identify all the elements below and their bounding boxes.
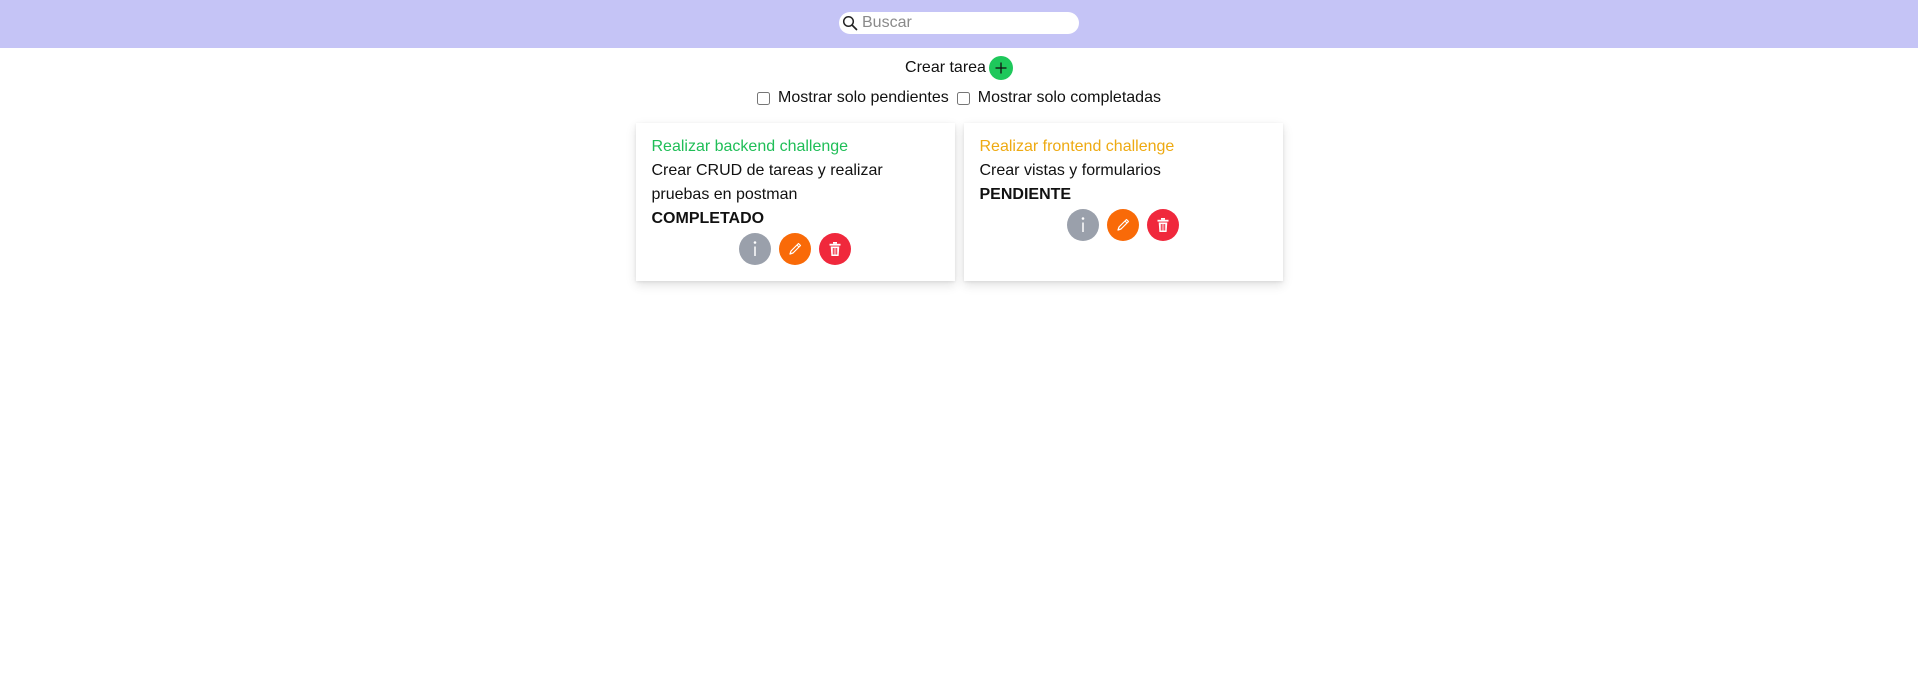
trash-icon — [1157, 218, 1169, 232]
delete-button[interactable] — [819, 233, 851, 265]
pencil-icon — [789, 242, 802, 255]
task-title: Realizar frontend challenge — [979, 138, 1175, 155]
filter-completed[interactable]: Mostrar solo completadas — [956, 89, 1161, 107]
filter-pending-label: Mostrar solo pendientes — [778, 89, 949, 106]
task-actions — [980, 209, 1267, 241]
task-actions — [652, 233, 939, 265]
search-box — [839, 12, 1079, 34]
task-card: Realizar backend challenge Crear CRUD de… — [635, 123, 955, 281]
info-icon — [1081, 217, 1085, 232]
task-description: Crear vistas y formularios — [979, 162, 1161, 179]
filter-completed-label: Mostrar solo completadas — [977, 89, 1161, 106]
info-button[interactable] — [1067, 209, 1099, 241]
create-task-button[interactable] — [988, 56, 1013, 80]
filter-completed-checkbox[interactable] — [956, 91, 970, 105]
task-card: Realizar frontend challenge Crear vistas… — [963, 123, 1283, 281]
delete-button[interactable] — [1147, 209, 1179, 241]
task-status: COMPLETADO — [651, 210, 765, 227]
info-button[interactable] — [739, 233, 771, 265]
search-input[interactable] — [859, 13, 1062, 33]
edit-button[interactable] — [1107, 209, 1139, 241]
task-list: Realizar backend challenge Crear CRUD de… — [0, 123, 1918, 281]
info-icon — [753, 241, 757, 256]
filters: Mostrar solo pendientes Mostrar solo com… — [0, 87, 1918, 109]
create-task-row: Crear tarea — [0, 56, 1918, 80]
pencil-icon — [1117, 218, 1130, 231]
create-task-label: Crear tarea — [905, 59, 986, 76]
top-bar — [0, 0, 1918, 48]
filter-pending-checkbox[interactable] — [757, 91, 771, 105]
trash-icon — [829, 242, 841, 256]
task-status: PENDIENTE — [979, 186, 1072, 203]
search-icon — [841, 14, 859, 32]
task-title: Realizar backend challenge — [651, 138, 849, 155]
task-description: Crear CRUD de tareas y realizar pruebas … — [651, 162, 883, 203]
edit-button[interactable] — [779, 233, 811, 265]
filter-pending[interactable]: Mostrar solo pendientes — [757, 89, 949, 107]
plus-icon — [995, 62, 1007, 74]
